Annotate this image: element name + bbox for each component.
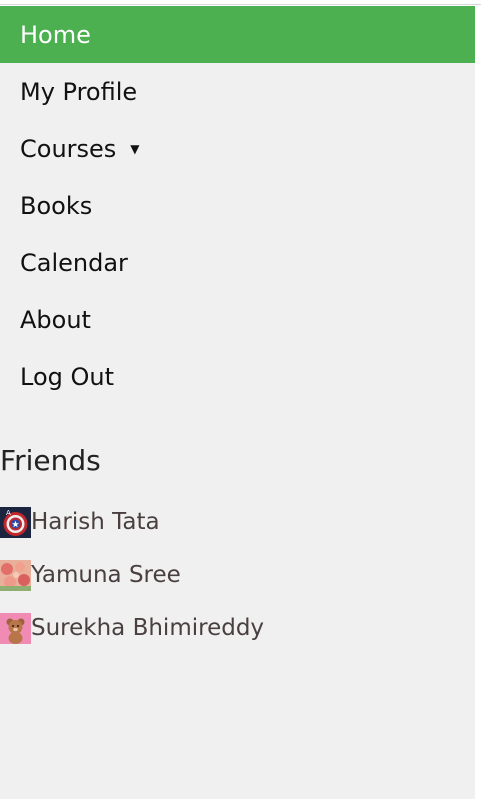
nav-item-my-profile[interactable]: My Profile [0, 63, 475, 120]
friend-item-surekha-bhimireddy[interactable]: Surekha Bhimireddy [0, 612, 264, 644]
friend-name: Harish Tata [31, 509, 160, 535]
nav-item-label: Courses [20, 134, 117, 163]
friend-item-harish-tata[interactable]: A Harish Tata [0, 506, 160, 538]
friend-name: Yamuna Sree [31, 562, 181, 588]
nav-item-calendar[interactable]: Calendar [0, 234, 475, 291]
teddy-bear-photo-icon [0, 612, 31, 644]
nav-item-label: Calendar [20, 248, 128, 277]
caret-down-icon: ▼ [130, 141, 140, 156]
svg-text:A: A [6, 509, 11, 517]
nav-item-label: Books [20, 191, 93, 220]
nav-item-courses[interactable]: Courses ▼ [0, 120, 475, 177]
nav-item-label: My Profile [20, 77, 138, 106]
nav-item-label: Log Out [20, 362, 115, 391]
captain-america-shield-icon: A [0, 506, 31, 538]
nav-item-label: About [20, 305, 91, 334]
friend-item-yamuna-sree[interactable]: Yamuna Sree [0, 559, 181, 591]
top-border [0, 4, 481, 5]
friend-name: Surekha Bhimireddy [31, 615, 265, 641]
flowers-photo-icon [0, 559, 31, 591]
nav-item-books[interactable]: Books [0, 177, 475, 234]
nav-item-log-out[interactable]: Log Out [0, 348, 475, 405]
nav-item-label: Home [20, 20, 91, 49]
friends-heading: Friends [0, 444, 101, 477]
nav-item-home[interactable]: Home [0, 6, 475, 63]
nav-item-about[interactable]: About [0, 291, 475, 348]
sidebar: Home My Profile Courses ▼ Books Calendar… [0, 6, 475, 799]
